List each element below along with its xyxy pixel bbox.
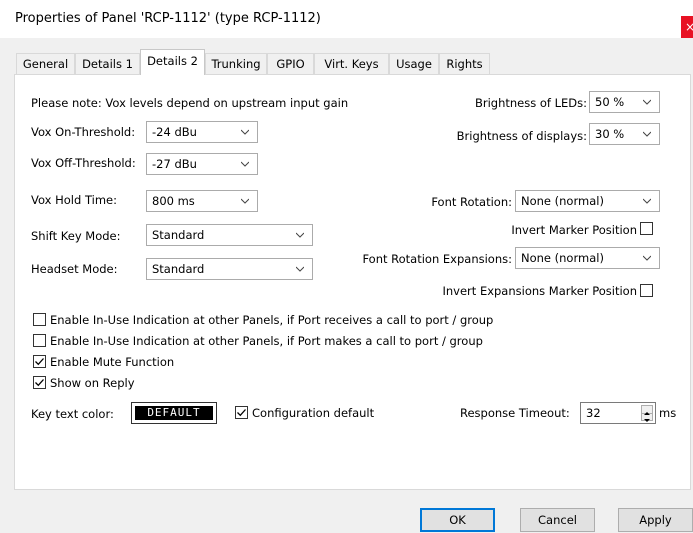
spinner-down-button[interactable] [642, 413, 652, 422]
chevron-down-icon [296, 232, 304, 238]
brightness-displays-label: Brightness of displays: [456, 129, 587, 143]
vox-hold-value: 800 ms [152, 194, 195, 208]
tab-label: Trunking [211, 57, 261, 71]
checkmark-icon [35, 379, 44, 387]
vox-on-label: Vox On-Threshold: [31, 125, 136, 139]
show-on-reply-checkbox[interactable] [33, 376, 46, 389]
mute-function-checkbox[interactable] [33, 355, 46, 368]
chevron-down-icon [643, 198, 651, 204]
font-rotation-select[interactable]: None (normal) [515, 190, 660, 212]
tab-details-2[interactable]: Details 2 [140, 49, 205, 75]
invert-exp-marker-label: Invert Expansions Marker Position [442, 284, 637, 298]
tab-virt-keys[interactable]: Virt. Keys [314, 53, 389, 74]
key-text-color-button[interactable]: DEFAULT [131, 402, 217, 424]
headset-value: Standard [152, 262, 205, 276]
brightness-leds-label: Brightness of LEDs: [474, 96, 587, 110]
ok-button[interactable]: OK [420, 508, 495, 532]
font-rotation-exp-value: None (normal) [521, 251, 604, 265]
tab-label: GPIO [276, 57, 305, 71]
tab-trunking[interactable]: Trunking [205, 53, 267, 74]
headset-select[interactable]: Standard [146, 258, 313, 280]
response-timeout-value: 32 [586, 406, 601, 420]
chevron-down-icon [241, 129, 249, 135]
arrow-down-icon [644, 419, 650, 422]
brightness-displays-select[interactable]: 30 % [589, 123, 660, 145]
config-default-checkbox[interactable] [235, 406, 248, 419]
cancel-button[interactable]: Cancel [520, 508, 595, 532]
show-on-reply-label: Show on Reply [50, 376, 135, 390]
chevron-down-icon [241, 198, 249, 204]
response-timeout-unit: ms [659, 406, 677, 420]
tab-label: Details 1 [82, 57, 133, 71]
key-text-color-label: Key text color: [31, 407, 114, 421]
vox-on-select[interactable]: -24 dBu [146, 121, 258, 143]
invert-marker-checkbox[interactable] [640, 222, 653, 235]
inuse-receive-checkbox[interactable] [33, 313, 46, 326]
font-rotation-exp-select[interactable]: None (normal) [515, 247, 660, 269]
tab-label: General [22, 57, 69, 71]
tab-details-1[interactable]: Details 1 [75, 53, 140, 74]
shift-key-select[interactable]: Standard [146, 224, 313, 246]
config-default-label: Configuration default [252, 406, 375, 420]
vox-hold-label: Vox Hold Time: [31, 193, 117, 207]
dialog-footer [0, 490, 693, 508]
font-rotation-value: None (normal) [521, 194, 604, 208]
vox-off-select[interactable]: -27 dBu [146, 153, 258, 175]
apply-button[interactable]: Apply [618, 508, 693, 532]
vox-on-value: -24 dBu [152, 125, 197, 139]
chevron-down-icon [643, 255, 651, 261]
brightness-leds-value: 50 % [595, 95, 625, 109]
brightness-leds-select[interactable]: 50 % [589, 91, 660, 113]
invert-marker-label: Invert Marker Position [511, 223, 637, 237]
response-timeout-label: Response Timeout: [460, 406, 570, 420]
font-rotation-label: Font Rotation: [431, 195, 512, 209]
font-rotation-exp-label: Font Rotation Expansions: [362, 252, 512, 266]
brightness-displays-value: 30 % [595, 127, 625, 141]
tab-label: Virt. Keys [324, 57, 379, 71]
tab-usage[interactable]: Usage [389, 53, 439, 74]
vox-off-label: Vox Off-Threshold: [31, 156, 136, 170]
mute-function-label: Enable Mute Function [50, 355, 175, 369]
chevron-down-icon [643, 99, 651, 105]
tab-label: Usage [396, 57, 432, 71]
inuse-receive-label: Enable In-Use Indication at other Panels… [50, 313, 494, 327]
close-button[interactable]: × [681, 16, 693, 38]
tab-label: Details 2 [147, 54, 198, 68]
inuse-make-label: Enable In-Use Indication at other Panels… [50, 334, 483, 348]
vox-off-value: -27 dBu [152, 157, 197, 171]
close-icon: × [685, 20, 693, 34]
shift-key-label: Shift Key Mode: [31, 229, 121, 243]
headset-label: Headset Mode: [31, 262, 118, 276]
vox-note: Please note: Vox levels depend on upstre… [31, 96, 349, 110]
tab-rights[interactable]: Rights [439, 53, 490, 74]
key-text-color-swatch: DEFAULT [135, 406, 213, 420]
tab-label: Rights [446, 57, 483, 71]
vox-hold-select[interactable]: 800 ms [146, 190, 258, 212]
tab-gpio[interactable]: GPIO [267, 53, 314, 74]
response-timeout-spinner[interactable]: 32 [580, 402, 656, 424]
spinner-buttons [641, 405, 653, 422]
chevron-down-icon [296, 266, 304, 272]
invert-exp-marker-checkbox[interactable] [640, 284, 653, 297]
checkmark-icon [35, 358, 44, 366]
title-bar: Properties of Panel 'RCP-1112' (type RCP… [0, 0, 693, 38]
tab-general[interactable]: General [16, 53, 75, 74]
chevron-down-icon [241, 161, 249, 167]
shift-key-value: Standard [152, 228, 205, 242]
chevron-down-icon [643, 131, 651, 137]
inuse-make-checkbox[interactable] [33, 334, 46, 347]
window-title: Properties of Panel 'RCP-1112' (type RCP… [15, 11, 321, 26]
checkmark-icon [237, 409, 246, 417]
